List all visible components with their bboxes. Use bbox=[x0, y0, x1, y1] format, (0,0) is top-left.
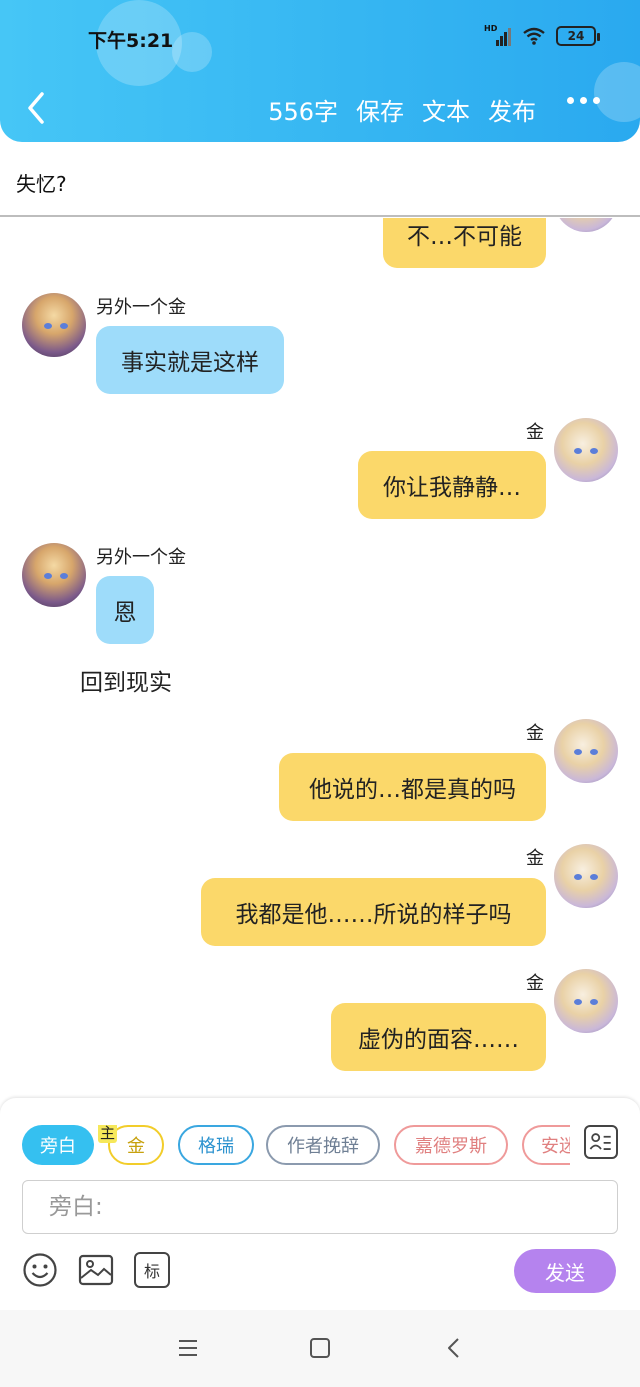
role-chip-author[interactable]: 作者挽辞 bbox=[266, 1125, 380, 1165]
main-role-badge: 主 bbox=[98, 1125, 118, 1143]
avatar[interactable] bbox=[554, 969, 618, 1033]
back-arrow-icon[interactable] bbox=[22, 88, 52, 128]
nav-back-icon[interactable] bbox=[442, 1336, 466, 1360]
role-list-icon[interactable] bbox=[584, 1125, 618, 1159]
save-button[interactable]: 保存 bbox=[356, 92, 404, 127]
top-app-bar: 下午5:21 HD 24 556字 保存 文本 发布 bbox=[0, 0, 640, 142]
chat-bubble[interactable]: 虚伪的面容…… bbox=[331, 1003, 546, 1071]
chat-bubble[interactable]: 不…不可能 bbox=[383, 218, 546, 268]
battery-icon: 24 bbox=[556, 26, 600, 46]
status-icons: HD 24 bbox=[484, 24, 600, 46]
avatar[interactable] bbox=[22, 543, 86, 607]
status-time: 下午5:21 bbox=[88, 30, 174, 52]
message-input-box[interactable] bbox=[22, 1180, 618, 1234]
word-count: 556字 bbox=[268, 98, 338, 126]
story-title: 失忆? bbox=[16, 172, 67, 196]
avatar[interactable] bbox=[554, 418, 618, 482]
avatar[interactable] bbox=[22, 293, 86, 357]
role-chip-grey[interactable]: 格瑞 bbox=[178, 1125, 254, 1165]
narration-text[interactable]: 回到现实 bbox=[80, 663, 172, 697]
role-chip-narrator[interactable]: 旁白 bbox=[22, 1125, 94, 1165]
decor-bubble bbox=[594, 62, 640, 122]
sender-name: 金 bbox=[526, 422, 544, 443]
home-icon[interactable] bbox=[308, 1336, 332, 1360]
signal-icon: HD bbox=[484, 24, 512, 46]
avatar[interactable] bbox=[554, 218, 618, 232]
send-button[interactable]: 发送 bbox=[514, 1249, 616, 1293]
more-dots-icon[interactable] bbox=[567, 97, 600, 104]
network-type-label: HD bbox=[484, 24, 498, 33]
tag-icon[interactable]: 标 bbox=[134, 1252, 170, 1288]
decor-bubble bbox=[172, 32, 212, 72]
menu-icon[interactable] bbox=[176, 1336, 200, 1360]
chat-area[interactable]: 不…不可能 另外一个金 事实就是这样 金 你让我静静… 另外一个金 恩 回到现实… bbox=[0, 218, 640, 1098]
system-nav-bar bbox=[0, 1310, 640, 1387]
tag-label: 标 bbox=[143, 1262, 160, 1281]
wifi-icon bbox=[523, 27, 545, 45]
sender-name: 金 bbox=[526, 848, 544, 869]
chat-bubble[interactable]: 事实就是这样 bbox=[96, 326, 284, 394]
sender-name: 另外一个金 bbox=[96, 297, 186, 318]
image-icon[interactable] bbox=[78, 1252, 114, 1288]
avatar[interactable] bbox=[554, 844, 618, 908]
chat-bubble[interactable]: 他说的…都是真的吗 bbox=[279, 753, 546, 821]
text-button[interactable]: 文本 bbox=[422, 92, 470, 127]
sender-name: 金 bbox=[526, 723, 544, 744]
chat-bubble[interactable]: 恩 bbox=[96, 576, 154, 644]
emoji-icon[interactable] bbox=[22, 1252, 58, 1288]
role-chip-an[interactable]: 安迷 bbox=[522, 1125, 570, 1165]
message-input[interactable] bbox=[23, 1181, 617, 1233]
role-chips: 旁白 金 主 格瑞 作者挽辞 嘉德罗斯 安迷 bbox=[22, 1125, 570, 1165]
battery-level: 24 bbox=[567, 29, 585, 43]
role-chip-jiade[interactable]: 嘉德罗斯 bbox=[394, 1125, 508, 1165]
header-actions: 556字 保存 文本 发布 bbox=[268, 92, 536, 127]
publish-button[interactable]: 发布 bbox=[488, 92, 536, 127]
avatar[interactable] bbox=[554, 719, 618, 783]
chat-bubble[interactable]: 你让我静静… bbox=[358, 451, 546, 519]
chat-bubble[interactable]: 我都是他……所说的样子吗 bbox=[201, 878, 546, 946]
sender-name: 另外一个金 bbox=[96, 547, 186, 568]
sender-name: 金 bbox=[526, 973, 544, 994]
story-title-bar[interactable]: 失忆? bbox=[0, 142, 640, 217]
composer-panel: 旁白 金 主 格瑞 作者挽辞 嘉德罗斯 安迷 标 发送 bbox=[0, 1098, 640, 1310]
